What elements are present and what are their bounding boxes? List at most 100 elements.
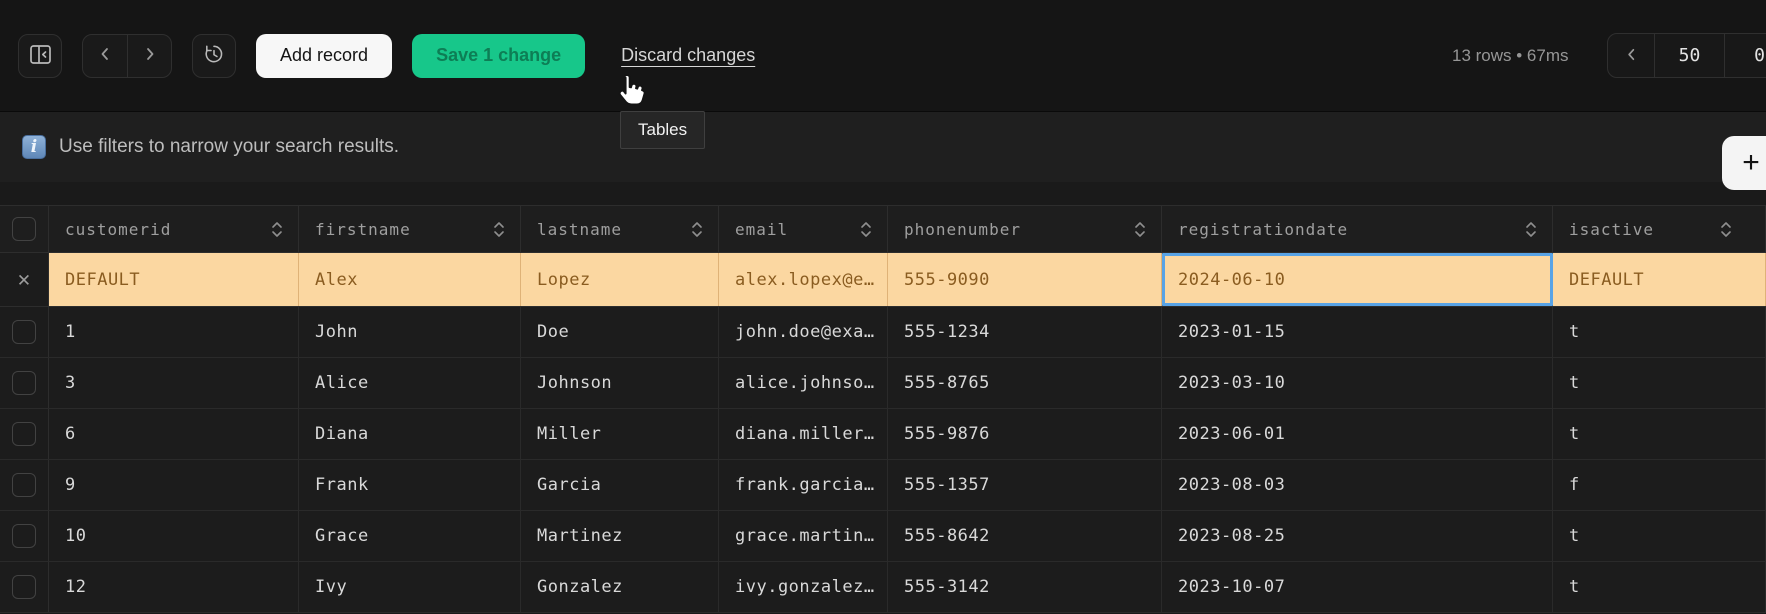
pending-cell-lastname[interactable]: Lopez	[521, 253, 719, 306]
row-checkbox[interactable]	[12, 422, 36, 446]
previous-page-button[interactable]	[1608, 34, 1654, 77]
pending-cell-phonenumber[interactable]: 555-9090	[888, 253, 1162, 306]
save-changes-button[interactable]: Save 1 change	[412, 34, 585, 78]
back-button[interactable]	[83, 35, 127, 77]
table-cell-customerid[interactable]: 12	[49, 562, 299, 612]
table-cell-email[interactable]: ivy.gonzalez…	[719, 562, 888, 612]
table-cell-firstname[interactable]: Diana	[299, 409, 521, 459]
query-history-button[interactable]	[192, 34, 236, 78]
column-label: isactive	[1569, 220, 1654, 239]
table-cell-lastname[interactable]: Gonzalez	[521, 562, 719, 612]
page-offset-input[interactable]: 0	[1724, 34, 1766, 77]
pending-cell-registrationdate-focused[interactable]: 2024-06-10	[1162, 253, 1553, 306]
column-header-isactive[interactable]: isactive	[1553, 206, 1766, 252]
pending-row-gutter: ✕	[0, 253, 49, 306]
table-cell-registrationdate[interactable]: 2023-08-25	[1162, 511, 1553, 561]
row-checkbox[interactable]	[12, 524, 36, 548]
pending-cell-customerid[interactable]: DEFAULT	[49, 253, 299, 306]
table-cell-firstname[interactable]: Grace	[299, 511, 521, 561]
grid-header-row: customerid firstname lastname email phon…	[0, 205, 1766, 253]
remove-row-icon[interactable]: ✕	[18, 269, 31, 290]
table-cell-firstname[interactable]: John	[299, 307, 521, 357]
table-cell-lastname[interactable]: Garcia	[521, 460, 719, 510]
table-cell-firstname[interactable]: Ivy	[299, 562, 521, 612]
row-checkbox[interactable]	[12, 473, 36, 497]
table-cell-phonenumber[interactable]: 555-9876	[888, 409, 1162, 459]
pending-cell-firstname[interactable]: Alex	[299, 253, 521, 306]
sort-icon[interactable]	[1133, 220, 1147, 239]
history-clock-icon	[202, 42, 226, 69]
table-cell-lastname[interactable]: Johnson	[521, 358, 719, 408]
column-header-email[interactable]: email	[719, 206, 888, 252]
table-cell-customerid[interactable]: 3	[49, 358, 299, 408]
table-cell-registrationdate[interactable]: 2023-01-15	[1162, 307, 1553, 357]
column-header-firstname[interactable]: firstname	[299, 206, 521, 252]
page-size-input[interactable]: 50	[1654, 34, 1724, 77]
sort-icon[interactable]	[1719, 220, 1733, 239]
forward-button[interactable]	[127, 35, 171, 77]
table-cell-firstname[interactable]: Alice	[299, 358, 521, 408]
table-cell-lastname[interactable]: Doe	[521, 307, 719, 357]
table-cell-phonenumber[interactable]: 555-3142	[888, 562, 1162, 612]
table-cell-isactive[interactable]: t	[1553, 358, 1766, 408]
row-checkbox[interactable]	[12, 320, 36, 344]
column-header-lastname[interactable]: lastname	[521, 206, 719, 252]
table-cell-phonenumber[interactable]: 555-1357	[888, 460, 1162, 510]
pending-cell-isactive[interactable]: DEFAULT	[1553, 253, 1766, 306]
table-cell-customerid[interactable]: 6	[49, 409, 299, 459]
row-checkbox[interactable]	[12, 371, 36, 395]
table-row: 3AliceJohnsonalice.johnso…555-87652023-0…	[0, 358, 1766, 409]
table-cell-registrationdate[interactable]: 2023-06-01	[1162, 409, 1553, 459]
table-cell-registrationdate[interactable]: 2023-10-07	[1162, 562, 1553, 612]
row-select-gutter	[0, 511, 49, 561]
toolbar: Add record Save 1 change Discard changes…	[0, 0, 1766, 111]
table-cell-isactive[interactable]: t	[1553, 409, 1766, 459]
pending-row: ✕ DEFAULT Alex Lopez alex.lopex@e… 555-9…	[0, 253, 1766, 307]
filter-info-bar: i Use filters to narrow your search resu…	[0, 111, 1766, 182]
toggle-sidebar-button[interactable]	[18, 34, 62, 78]
table-cell-isactive[interactable]: t	[1553, 307, 1766, 357]
sort-icon[interactable]	[492, 220, 506, 239]
content-gap	[0, 182, 1766, 205]
table-cell-isactive[interactable]: f	[1553, 460, 1766, 510]
row-checkbox[interactable]	[12, 575, 36, 599]
column-header-customerid[interactable]: customerid	[49, 206, 299, 252]
table-cell-customerid[interactable]: 9	[49, 460, 299, 510]
column-label: phonenumber	[904, 220, 1021, 239]
table-cell-email[interactable]: alice.johnso…	[719, 358, 888, 408]
table-cell-isactive[interactable]: t	[1553, 562, 1766, 612]
sort-icon[interactable]	[1524, 220, 1538, 239]
discard-changes-link[interactable]: Discard changes	[621, 45, 755, 66]
table-row: 12IvyGonzalezivy.gonzalez…555-31422023-1…	[0, 562, 1766, 613]
sort-icon[interactable]	[859, 220, 873, 239]
sidebar-panel-icon	[29, 43, 52, 69]
select-all-checkbox[interactable]	[12, 217, 36, 241]
info-icon: i	[22, 135, 46, 159]
table-cell-phonenumber[interactable]: 555-8765	[888, 358, 1162, 408]
table-cell-phonenumber[interactable]: 555-8642	[888, 511, 1162, 561]
sort-icon[interactable]	[270, 220, 284, 239]
chevron-right-icon	[142, 46, 158, 65]
row-select-gutter	[0, 562, 49, 612]
table-cell-email[interactable]: grace.martin…	[719, 511, 888, 561]
add-record-button[interactable]: Add record	[256, 34, 392, 78]
column-header-phonenumber[interactable]: phonenumber	[888, 206, 1162, 252]
add-column-button[interactable]: +	[1722, 136, 1766, 190]
table-cell-phonenumber[interactable]: 555-1234	[888, 307, 1162, 357]
table-cell-firstname[interactable]: Frank	[299, 460, 521, 510]
table-cell-email[interactable]: diana.miller…	[719, 409, 888, 459]
table-cell-registrationdate[interactable]: 2023-08-03	[1162, 460, 1553, 510]
column-header-registrationdate[interactable]: registrationdate	[1162, 206, 1553, 252]
row-select-gutter	[0, 358, 49, 408]
table-cell-isactive[interactable]: t	[1553, 511, 1766, 561]
pending-cell-email[interactable]: alex.lopex@e…	[719, 253, 888, 306]
table-cell-email[interactable]: john.doe@exa…	[719, 307, 888, 357]
sort-icon[interactable]	[690, 220, 704, 239]
table-cell-customerid[interactable]: 10	[49, 511, 299, 561]
table-cell-customerid[interactable]: 1	[49, 307, 299, 357]
result-stats: 13 rows • 67ms	[1452, 0, 1569, 111]
table-cell-lastname[interactable]: Martinez	[521, 511, 719, 561]
table-cell-email[interactable]: frank.garcia…	[719, 460, 888, 510]
table-cell-lastname[interactable]: Miller	[521, 409, 719, 459]
table-cell-registrationdate[interactable]: 2023-03-10	[1162, 358, 1553, 408]
